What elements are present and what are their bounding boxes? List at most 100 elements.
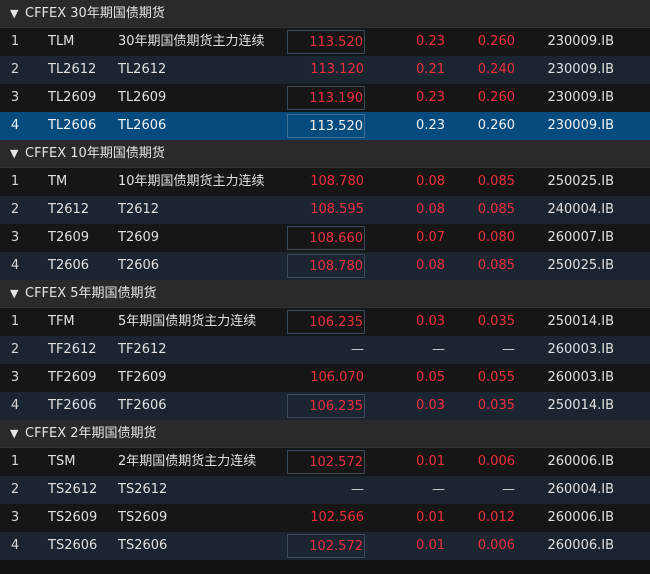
row-index: 1 xyxy=(10,454,20,469)
price-change: 0.08 xyxy=(416,258,445,273)
change-percent: 0.006 xyxy=(477,538,515,553)
contract-row[interactable]: 1 TSM 2年期国债期货主力连续 102.572 0.01 0.006 260006.IB xyxy=(0,448,650,476)
change-percent: 0.085 xyxy=(477,202,515,217)
change-percent: 0.240 xyxy=(477,62,515,77)
ctd-bond-code: 260007.IB xyxy=(547,230,614,245)
change-percent: — xyxy=(502,482,515,497)
change-percent: 0.006 xyxy=(477,454,515,469)
group-title: CFFEX 5年期国债期货 xyxy=(25,285,157,301)
contract-row[interactable]: 3 TS2609 TS2609 102.566 0.01 0.012 260006.IB xyxy=(0,504,650,532)
contract-row[interactable]: 4 TS2606 TS2606 102.572 0.01 0.006 260006.IB xyxy=(0,532,650,560)
caret-down-icon[interactable]: ▼ xyxy=(10,140,20,168)
futures-quote-list: ▼ CFFEX 30年期国债期货 1 TLM 30年期国债期货主力连续 113.520 0.… xyxy=(0,0,650,574)
ctd-bond-code: 230009.IB xyxy=(547,90,614,105)
contract-row[interactable]: 1 TLM 30年期国债期货主力连续 113.520 0.23 0.260 230009.I… xyxy=(0,28,650,56)
caret-down-icon[interactable]: ▼ xyxy=(10,0,20,28)
last-price: — xyxy=(351,342,364,357)
contract-code: TSM xyxy=(48,454,76,469)
contract-code: T2609 xyxy=(48,230,90,245)
ctd-bond-code: 260006.IB xyxy=(547,538,614,553)
ctd-bond-code: 240004.IB xyxy=(547,202,614,217)
last-price: 106.235 xyxy=(287,310,365,334)
contract-row[interactable]: 2 TS2612 TS2612 — — — 260004.IB xyxy=(0,476,650,504)
ctd-bond-code: 260004.IB xyxy=(547,482,614,497)
contract-row[interactable]: 2 TL2612 TL2612 113.120 0.21 0.240 230009.IB xyxy=(0,56,650,84)
contract-name: TL2609 xyxy=(118,90,167,105)
ctd-bond-code: 260006.IB xyxy=(547,454,614,469)
row-index: 4 xyxy=(10,398,20,413)
group-title: CFFEX 2年期国债期货 xyxy=(25,425,157,441)
contract-name: TL2612 xyxy=(118,62,167,77)
caret-down-icon[interactable]: ▼ xyxy=(10,420,20,448)
price-change: 0.03 xyxy=(416,314,445,329)
price-change: 0.21 xyxy=(416,62,445,77)
ctd-bond-code: 260006.IB xyxy=(547,510,614,525)
contract-code: TLM xyxy=(48,34,75,49)
contract-name: TF2612 xyxy=(118,342,167,357)
caret-down-icon[interactable]: ▼ xyxy=(10,280,20,308)
price-change: 0.07 xyxy=(416,230,445,245)
contract-name: TF2606 xyxy=(118,398,167,413)
contract-name: TS2609 xyxy=(118,510,168,525)
last-price: 108.780 xyxy=(287,254,365,278)
contract-row[interactable]: 1 TFM 5年期国债期货主力连续 106.235 0.03 0.035 250014.IB xyxy=(0,308,650,336)
ctd-bond-code: 250014.IB xyxy=(547,314,614,329)
contract-group: ▼ CFFEX 30年期国债期货 1 TLM 30年期国债期货主力连续 113.520 0.… xyxy=(0,0,650,140)
contract-row[interactable]: 4 T2606 T2606 108.780 0.08 0.085 250025.IB xyxy=(0,252,650,280)
change-percent: 0.012 xyxy=(477,510,515,525)
ctd-bond-code: 230009.IB xyxy=(547,62,614,77)
contract-name: TS2606 xyxy=(118,538,168,553)
ctd-bond-code: 230009.IB xyxy=(547,118,614,133)
price-change: — xyxy=(432,342,445,357)
group-title: CFFEX 10年期国债期货 xyxy=(25,145,165,161)
row-index: 1 xyxy=(10,314,20,329)
row-index: 3 xyxy=(10,370,20,385)
contract-code: TL2612 xyxy=(48,62,97,77)
last-price: 108.660 xyxy=(287,226,365,250)
contract-code: TF2612 xyxy=(48,342,97,357)
contract-code: TL2609 xyxy=(48,90,97,105)
last-price: 108.780 xyxy=(310,174,364,189)
change-percent: 0.085 xyxy=(477,174,515,189)
price-change: 0.01 xyxy=(416,510,445,525)
contract-group: ▼ CFFEX 2年期国债期货 1 TSM 2年期国债期货主力连续 102.572 0.01… xyxy=(0,420,650,560)
group-header[interactable]: ▼ CFFEX 10年期国债期货 xyxy=(0,140,650,168)
contract-code: T2612 xyxy=(48,202,90,217)
contract-name: TF2609 xyxy=(118,370,167,385)
contract-code: TM xyxy=(48,174,68,189)
group-header[interactable]: ▼ CFFEX 5年期国债期货 xyxy=(0,280,650,308)
price-change: 0.23 xyxy=(416,90,445,105)
contract-row[interactable]: 4 TL2606 TL2606 113.520 0.23 0.260 230009.IB xyxy=(0,112,650,140)
last-price: 108.595 xyxy=(310,202,364,217)
contract-name: T2612 xyxy=(118,202,160,217)
contract-row[interactable]: 3 T2609 T2609 108.660 0.07 0.080 260007.IB xyxy=(0,224,650,252)
group-header[interactable]: ▼ CFFEX 30年期国债期货 xyxy=(0,0,650,28)
contract-code: TS2606 xyxy=(48,538,98,553)
change-percent: 0.260 xyxy=(477,90,515,105)
contract-row[interactable]: 3 TL2609 TL2609 113.190 0.23 0.260 230009.IB xyxy=(0,84,650,112)
contract-row[interactable]: 4 TF2606 TF2606 106.235 0.03 0.035 250014.IB xyxy=(0,392,650,420)
price-change: — xyxy=(432,482,445,497)
contract-row[interactable]: 2 TF2612 TF2612 — — — 260003.IB xyxy=(0,336,650,364)
group-title: CFFEX 30年期国债期货 xyxy=(25,5,165,21)
row-index: 4 xyxy=(10,118,20,133)
contract-row[interactable]: 3 TF2609 TF2609 106.070 0.05 0.055 260003.IB xyxy=(0,364,650,392)
last-price: 106.235 xyxy=(287,394,365,418)
contract-name: 30年期国债期货主力连续 xyxy=(118,34,265,49)
change-percent: 0.055 xyxy=(477,370,515,385)
contract-name: 2年期国债期货主力连续 xyxy=(118,454,257,469)
ctd-bond-code: 250025.IB xyxy=(547,258,614,273)
contract-row[interactable]: 1 TM 10年期国债期货主力连续 108.780 0.08 0.085 250025.IB xyxy=(0,168,650,196)
row-index: 4 xyxy=(10,258,20,273)
price-change: 0.01 xyxy=(416,454,445,469)
ctd-bond-code: 260003.IB xyxy=(547,342,614,357)
contract-row[interactable]: 2 T2612 T2612 108.595 0.08 0.085 240004.IB xyxy=(0,196,650,224)
contract-code: TS2609 xyxy=(48,510,98,525)
price-change: 0.23 xyxy=(416,34,445,49)
row-index: 1 xyxy=(10,174,20,189)
change-percent: 0.260 xyxy=(477,34,515,49)
last-price: 106.070 xyxy=(310,370,364,385)
group-header[interactable]: ▼ CFFEX 2年期国债期货 xyxy=(0,420,650,448)
contract-code: TF2609 xyxy=(48,370,97,385)
change-percent: 0.035 xyxy=(477,314,515,329)
